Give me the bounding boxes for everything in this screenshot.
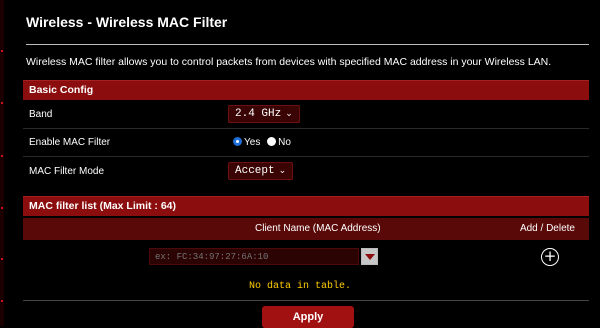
triangle-down-icon <box>365 254 375 260</box>
bottom-divider <box>23 300 589 301</box>
enable-mac-filter-label: Enable MAC Filter <box>29 137 111 148</box>
page-description: Wireless MAC filter allows you to contro… <box>26 56 552 68</box>
page-title: Wireless - Wireless MAC Filter <box>26 14 228 30</box>
band-value: 2.4 GHz <box>235 108 282 120</box>
settings-panel: Wireless - Wireless MAC Filter Wireless … <box>14 0 594 326</box>
radio-no[interactable] <box>267 137 277 146</box>
mac-filter-mode-value: Accept <box>235 165 275 177</box>
title-divider <box>26 44 589 45</box>
empty-table-message: No data in table. <box>248 281 352 292</box>
basic-config-header: Basic Config <box>23 80 589 100</box>
radio-yes-label[interactable]: Yes <box>244 137 260 148</box>
mac-filter-mode-label: MAC Filter Mode <box>29 166 105 177</box>
mac-client-dropdown-button[interactable] <box>361 248 378 265</box>
enable-mac-filter-row: Enable MAC Filter Yes No <box>23 129 589 157</box>
mac-filter-mode-row: MAC Filter Mode Accept ⌄ <box>23 157 589 187</box>
rail-marker <box>1 102 3 104</box>
radio-yes[interactable] <box>233 137 242 146</box>
band-select[interactable]: 2.4 GHz ⌄ <box>228 105 300 123</box>
mac-address-input[interactable] <box>149 248 359 265</box>
column-add-delete: Add / Delete <box>519 223 575 234</box>
rail-marker <box>1 207 3 209</box>
add-mac-button[interactable]: + <box>541 248 559 266</box>
mac-list-column-header: Client Name (MAC Address) Add / Delete <box>23 218 589 240</box>
mac-filter-mode-select[interactable]: Accept ⌄ <box>228 162 294 180</box>
chevron-down-icon: ⌄ <box>285 109 293 119</box>
rail-marker <box>1 155 3 157</box>
rail-marker <box>1 258 3 260</box>
rail-marker <box>1 50 3 52</box>
mac-list-title: MAC filter list (Max Limit : 64) <box>29 200 177 212</box>
enable-mac-filter-radio-group: Yes No <box>233 137 295 148</box>
basic-config-title: Basic Config <box>29 84 94 96</box>
band-row: Band 2.4 GHz ⌄ <box>23 101 589 129</box>
radio-no-label[interactable]: No <box>278 137 291 148</box>
band-label: Band <box>29 109 53 120</box>
chevron-down-icon: ⌄ <box>278 166 287 176</box>
plus-circle-icon: + <box>543 247 557 265</box>
column-client-name: Client Name (MAC Address) <box>255 223 381 234</box>
mac-list-header: MAC filter list (Max Limit : 64) <box>23 196 589 216</box>
apply-button[interactable]: Apply <box>262 306 354 328</box>
rail-marker <box>1 300 3 302</box>
left-rail <box>0 0 4 326</box>
